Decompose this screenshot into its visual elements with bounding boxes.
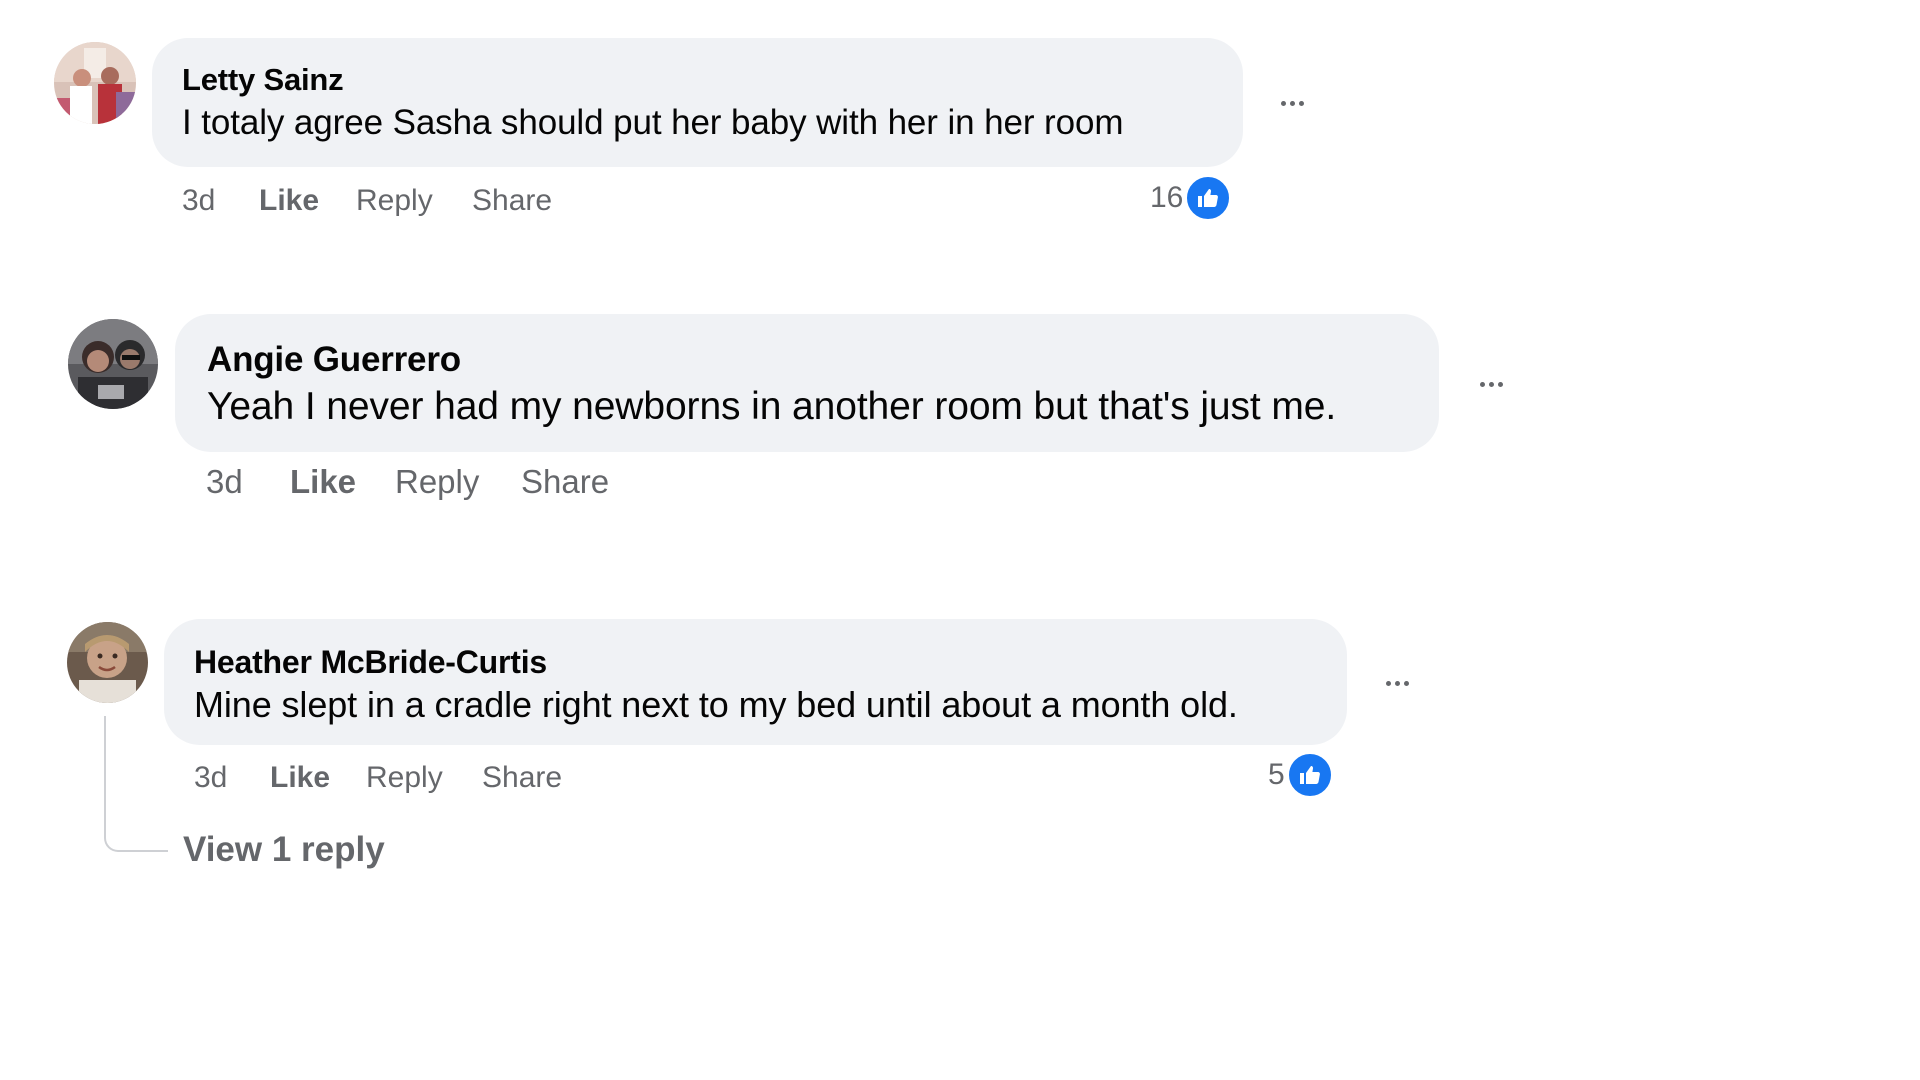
comment-author[interactable]: Angie Guerrero (207, 340, 461, 380)
reaction-summary[interactable]: 16 (1150, 175, 1232, 221)
share-button[interactable]: Share (472, 184, 552, 218)
reaction-count: 5 (1268, 758, 1285, 791)
like-button[interactable]: Like (259, 184, 319, 218)
like-reaction-icon (1286, 752, 1333, 798)
comment-text: I totaly agree Sasha should put her baby… (182, 103, 1124, 142)
comment-timestamp[interactable]: 3d (182, 184, 215, 218)
avatar-photo-icon (54, 42, 136, 124)
avatar-photo-icon (67, 622, 148, 703)
avatar-photo-icon (68, 319, 158, 409)
share-button[interactable]: Share (521, 463, 609, 501)
comment-timestamp[interactable]: 3d (206, 463, 243, 501)
like-button[interactable]: Like (270, 761, 330, 795)
reply-button[interactable]: Reply (395, 463, 479, 501)
comment-text: Mine slept in a cradle right next to my … (194, 684, 1238, 725)
comment-timestamp[interactable]: 3d (194, 761, 227, 795)
view-replies-link[interactable]: View 1 reply (183, 830, 385, 870)
reply-button[interactable]: Reply (366, 761, 443, 795)
more-options-icon[interactable] (1471, 369, 1511, 399)
like-button[interactable]: Like (290, 463, 356, 501)
avatar[interactable] (54, 42, 136, 124)
avatar[interactable] (68, 319, 158, 409)
reply-thread-line (104, 716, 168, 852)
share-button[interactable]: Share (482, 761, 562, 795)
like-reaction-icon (1185, 175, 1232, 221)
comment-author[interactable]: Letty Sainz (182, 62, 344, 98)
comments-section: Letty Sainz I totaly agree Sasha should … (0, 0, 1920, 1080)
reaction-count: 16 (1150, 181, 1184, 214)
more-options-icon[interactable] (1377, 668, 1417, 698)
more-options-icon[interactable] (1272, 88, 1312, 118)
comment-bubble (164, 619, 1347, 745)
comment-text: Yeah I never had my newborns in another … (207, 385, 1337, 428)
avatar[interactable] (67, 622, 148, 703)
reply-button[interactable]: Reply (356, 184, 433, 218)
comment-author[interactable]: Heather McBride-Curtis (194, 644, 547, 681)
comment-bubble (175, 314, 1439, 452)
reaction-summary[interactable]: 5 (1268, 752, 1333, 798)
